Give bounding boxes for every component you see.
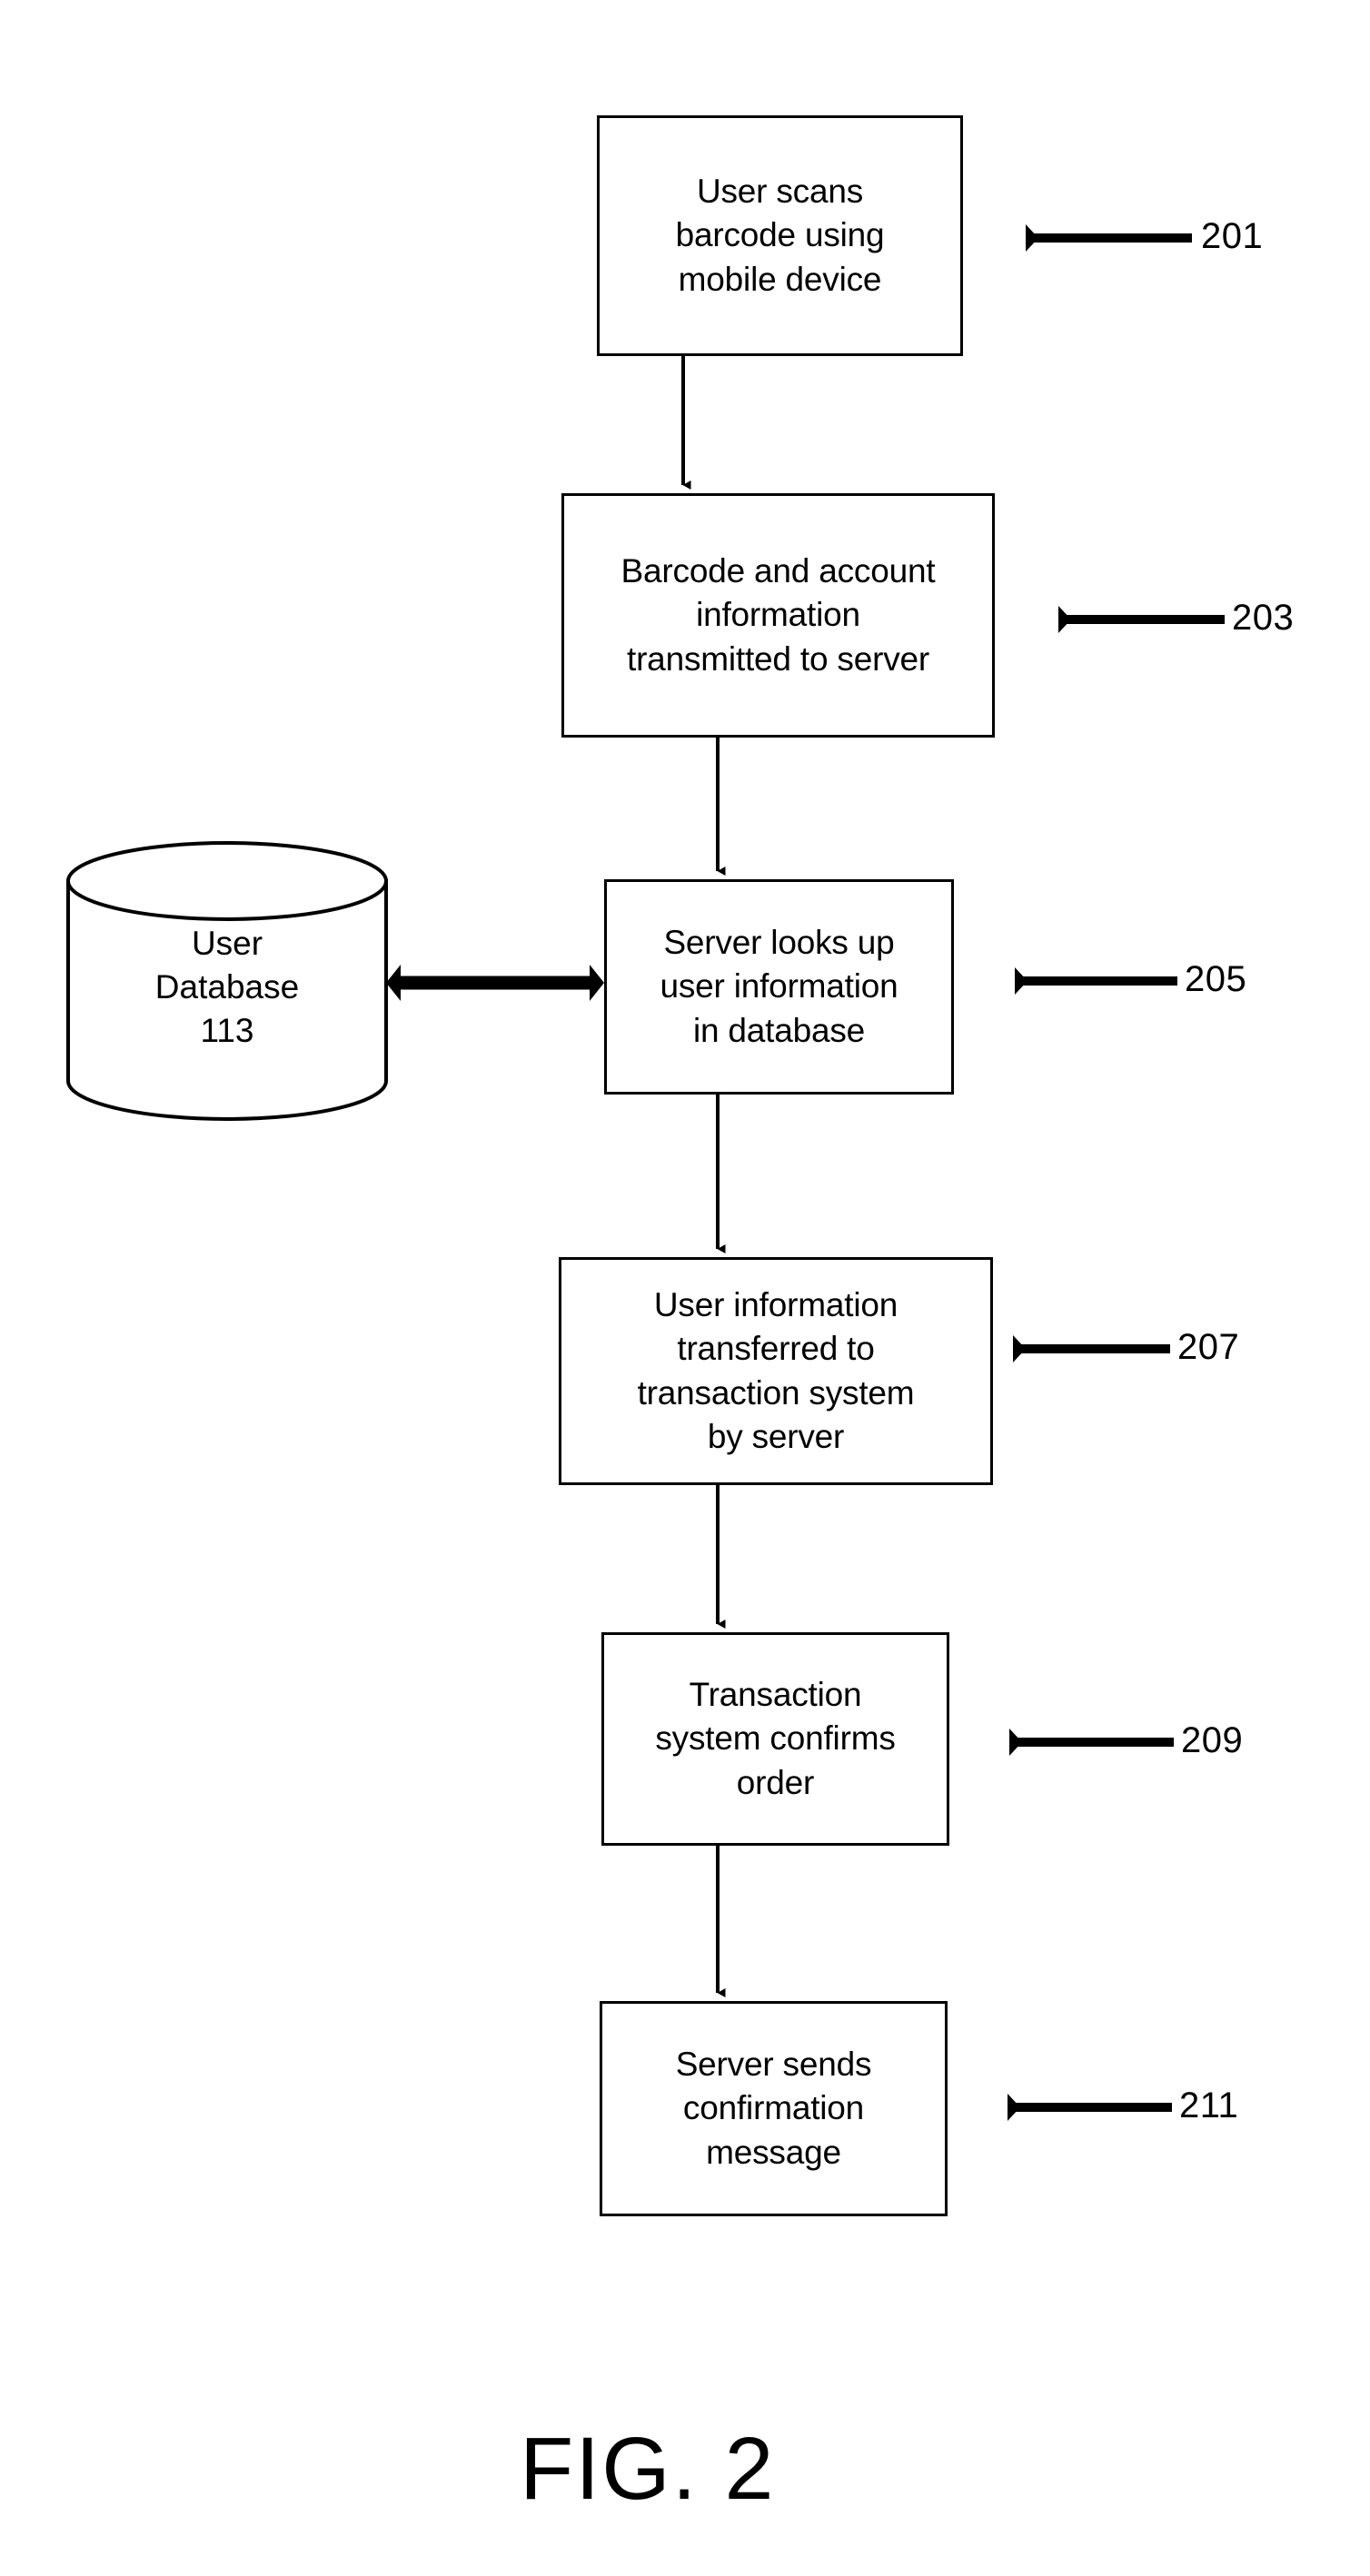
reference-leader-lines [1008, 224, 1225, 2121]
step-box-203[interactable]: Barcode and account information transmit… [561, 493, 995, 738]
step-box-205[interactable]: Server looks up user information in data… [604, 879, 954, 1095]
step-box-201[interactable]: User scans barcode using mobile device [597, 115, 963, 356]
step-box-207-text: User information transferred to transact… [637, 1286, 915, 1455]
reference-numeral-201: 201 [1201, 216, 1264, 256]
step-box-211[interactable]: Server sends confirmation message [600, 2001, 948, 2216]
figure-page: User Database 113 User scans barcode usi… [0, 0, 1370, 2576]
reference-numeral-205: 205 [1185, 959, 1247, 999]
step-box-209-text: Transaction system confirms order [655, 1676, 896, 1801]
step-box-205-text: Server looks up user information in data… [660, 924, 898, 1049]
reference-numeral-207: 207 [1177, 1327, 1240, 1367]
user-database-label: User Database 113 [154, 925, 300, 1050]
step-box-209[interactable]: Transaction system confirms order [601, 1632, 949, 1846]
reference-numeral-211: 211 [1179, 2086, 1239, 2125]
step-box-211-text: Server sends confirmation message [675, 2046, 872, 2171]
reference-numeral-209: 209 [1181, 1720, 1244, 1760]
reference-numeral-203: 203 [1232, 598, 1295, 638]
step-box-201-text: User scans barcode using mobile device [675, 173, 885, 298]
step-box-203-text: Barcode and account information transmit… [620, 552, 936, 678]
step-box-207[interactable]: User information transferred to transact… [559, 1257, 993, 1485]
figure-caption: FIG. 2 [520, 2419, 776, 2518]
